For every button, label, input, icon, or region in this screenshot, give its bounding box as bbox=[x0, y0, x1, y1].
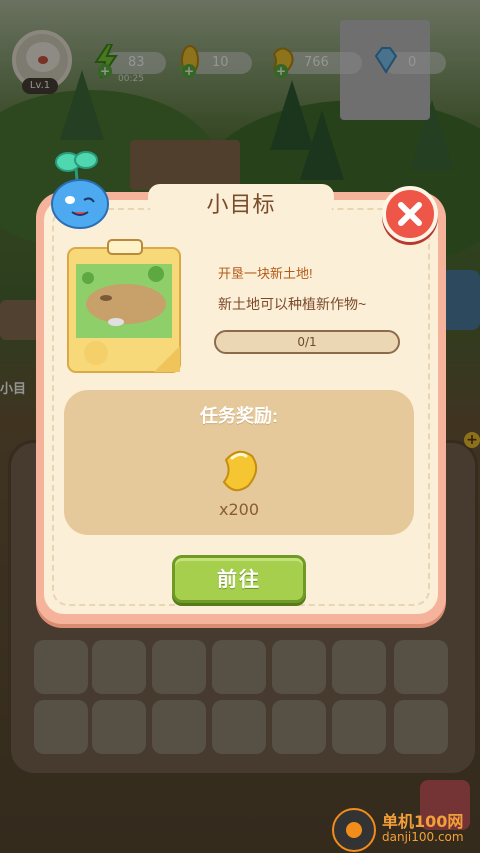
reward-panel: 任务奖励: x200 bbox=[64, 390, 414, 535]
sprout-mascot-icon bbox=[51, 151, 109, 229]
task-title: 开垦一块新土地! bbox=[218, 266, 313, 281]
watermark-url: danji100.com bbox=[382, 830, 464, 844]
reward-amount: x200 bbox=[218, 500, 259, 519]
watermark-name: 单机100网 bbox=[382, 812, 464, 831]
watermark-logo-icon bbox=[332, 808, 376, 852]
close-button[interactable] bbox=[382, 186, 438, 242]
modal-title: 小目标 bbox=[206, 193, 276, 218]
task-description: 新土地可以种植新作物~ bbox=[218, 296, 367, 312]
close-icon bbox=[398, 202, 422, 226]
go-button[interactable]: 前往 bbox=[172, 555, 306, 603]
task-progress-bar: 0/1 bbox=[214, 330, 400, 354]
modal-title-tab: 小目标 bbox=[148, 184, 334, 230]
clipboard-land-illustration bbox=[67, 239, 181, 373]
reward-label: 任务奖励: bbox=[200, 406, 278, 426]
bean-icon bbox=[222, 450, 258, 492]
progress-text: 0/1 bbox=[297, 335, 317, 349]
